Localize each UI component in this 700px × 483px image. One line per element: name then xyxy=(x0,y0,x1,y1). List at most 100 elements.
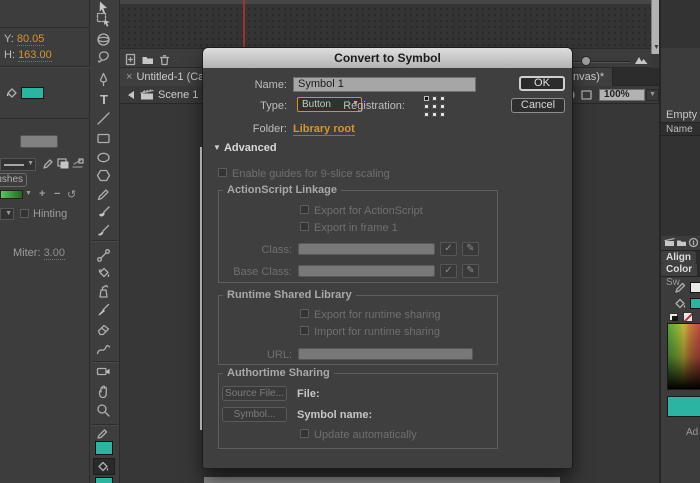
paint-bucket-tool-button[interactable] xyxy=(96,265,112,281)
text-tool-button[interactable]: T xyxy=(96,92,112,108)
h-value[interactable]: 163.00 xyxy=(18,49,52,62)
playhead-line[interactable] xyxy=(243,0,245,48)
black-white-icon[interactable] xyxy=(669,313,678,321)
cancel-button[interactable]: Cancel xyxy=(511,98,565,113)
stroke-color-swatch[interactable] xyxy=(95,441,113,455)
miter-value[interactable]: 3.00 xyxy=(44,247,65,260)
3d-rotation-tool-button[interactable] xyxy=(96,32,112,48)
registration-cell[interactable] xyxy=(432,104,437,109)
registration-cell[interactable] xyxy=(424,104,429,109)
source-file-button[interactable]: Source File... xyxy=(222,386,287,401)
rectangle-tool-button[interactable] xyxy=(96,131,112,147)
zoom-tool-button[interactable] xyxy=(96,403,112,419)
color-spectrum-picker[interactable] xyxy=(667,323,700,390)
class-field[interactable] xyxy=(298,243,435,255)
oval-tool-button[interactable] xyxy=(96,150,112,166)
symbol-name-input[interactable]: Symbol 1 xyxy=(293,77,476,92)
hinting-checkbox[interactable] xyxy=(20,209,29,218)
add-profile-button[interactable]: + xyxy=(39,188,45,200)
ink-bottle-tool-button[interactable] xyxy=(96,284,112,300)
brush-tool-button[interactable] xyxy=(96,205,112,221)
free-transform-tool-button[interactable] xyxy=(96,12,112,28)
advanced-disclosure[interactable]: ▼ Advanced xyxy=(213,142,277,154)
registration-cell[interactable] xyxy=(440,96,445,101)
brushes-button[interactable]: rushes xyxy=(0,173,27,187)
edit-base-class-button[interactable]: ✎ xyxy=(462,264,479,278)
registration-cell[interactable] xyxy=(440,104,445,109)
registration-cell-selected[interactable] xyxy=(424,96,429,101)
registration-grid[interactable] xyxy=(424,96,450,120)
chevron-down-icon[interactable]: ▼ xyxy=(25,190,32,197)
fill-color-bucket-icon[interactable] xyxy=(673,297,687,310)
camera-tool-button[interactable] xyxy=(96,364,112,380)
update-automatically-checkbox[interactable] xyxy=(300,429,309,438)
url-field[interactable] xyxy=(298,348,473,360)
symbol-button[interactable]: Symbol... xyxy=(222,407,287,422)
registration-cell[interactable] xyxy=(432,112,437,117)
polystar-tool-button[interactable] xyxy=(96,168,112,184)
scale-dropdown[interactable]: ▼ xyxy=(0,208,14,220)
frame-view-slider-track[interactable] xyxy=(566,61,630,63)
frame-view-slider-handle[interactable] xyxy=(581,56,591,66)
y-value[interactable]: 80.05 xyxy=(17,33,45,46)
stroke-style-dropdown[interactable]: ▼ xyxy=(0,158,36,171)
edit-class-button[interactable]: ✎ xyxy=(462,242,479,256)
delete-icon[interactable] xyxy=(158,53,171,66)
export-in-frame1-checkbox[interactable] xyxy=(300,222,309,231)
zoom-level-field[interactable]: 100% xyxy=(599,89,645,101)
registration-cell[interactable] xyxy=(424,112,429,117)
new-folder-icon[interactable] xyxy=(676,237,687,248)
match-size-mountain-icon[interactable] xyxy=(634,53,649,66)
ok-button[interactable]: OK xyxy=(519,76,565,91)
remove-profile-button[interactable]: − xyxy=(54,188,60,200)
fill-color-swatch[interactable] xyxy=(690,298,700,309)
fill-color-swatch[interactable] xyxy=(21,87,44,99)
line-tool-button[interactable] xyxy=(96,111,112,127)
reset-profile-icon[interactable]: ↺ xyxy=(67,188,76,201)
width-profile-preview[interactable] xyxy=(0,190,23,199)
dialog-titlebar[interactable]: Convert to Symbol xyxy=(203,48,572,68)
stroke-weight-field[interactable] xyxy=(20,135,58,148)
zoom-dropdown-button[interactable]: ▼ xyxy=(646,89,659,101)
pencil-tool-button[interactable] xyxy=(96,187,112,203)
registration-cell[interactable] xyxy=(432,96,437,101)
eraser-tool-button[interactable] xyxy=(96,322,112,338)
back-arrow-icon[interactable] xyxy=(124,89,137,101)
object-drawing-icon[interactable] xyxy=(71,157,84,170)
edit-symbols-icon[interactable] xyxy=(580,89,593,101)
folder-link[interactable]: Library root xyxy=(293,123,355,136)
timeline-frames-area[interactable] xyxy=(120,0,651,48)
registration-cell[interactable] xyxy=(440,112,445,117)
stroke-color-swatch[interactable] xyxy=(690,282,700,293)
eyedropper-tool-button[interactable] xyxy=(96,302,112,318)
width-profile-icon[interactable] xyxy=(56,157,69,170)
bone-tool-button[interactable] xyxy=(96,248,112,264)
scene-name-label[interactable]: Scene 1 xyxy=(158,89,198,101)
lasso-tool-button[interactable] xyxy=(96,50,112,66)
enable-guides-checkbox[interactable] xyxy=(218,168,227,177)
document-tab-right-fragment[interactable]: nvas)* xyxy=(572,68,613,86)
new-folder-icon[interactable] xyxy=(141,53,154,66)
fill-color-bucket-icon[interactable] xyxy=(96,460,112,476)
validate-class-button[interactable]: ✓ xyxy=(440,242,457,256)
tab-color[interactable]: Color xyxy=(661,263,697,276)
no-color-icon[interactable] xyxy=(683,312,693,322)
pen-tool-button[interactable] xyxy=(96,72,112,88)
import-runtime-sharing-checkbox[interactable] xyxy=(300,326,309,335)
validate-base-class-button[interactable]: ✓ xyxy=(440,264,457,278)
new-symbol-icon[interactable] xyxy=(664,237,675,248)
fill-color-swatch-bottom[interactable] xyxy=(95,477,113,483)
color-add-label[interactable]: Ad xyxy=(686,427,698,438)
hand-tool-button[interactable] xyxy=(96,384,112,400)
new-layer-icon[interactable] xyxy=(124,53,137,66)
stroke-color-pencil-icon[interactable] xyxy=(674,281,687,294)
export-runtime-sharing-checkbox[interactable] xyxy=(300,309,309,318)
library-name-header[interactable]: Name xyxy=(661,122,700,136)
width-tool-button[interactable] xyxy=(96,342,112,358)
library-list-area[interactable] xyxy=(661,136,700,236)
paintbrush-tool-button[interactable] xyxy=(96,223,112,239)
properties-info-icon[interactable] xyxy=(688,237,699,248)
edit-stroke-icon[interactable] xyxy=(41,157,54,170)
close-icon[interactable]: × xyxy=(120,71,136,83)
export-for-actionscript-checkbox[interactable] xyxy=(300,205,309,214)
